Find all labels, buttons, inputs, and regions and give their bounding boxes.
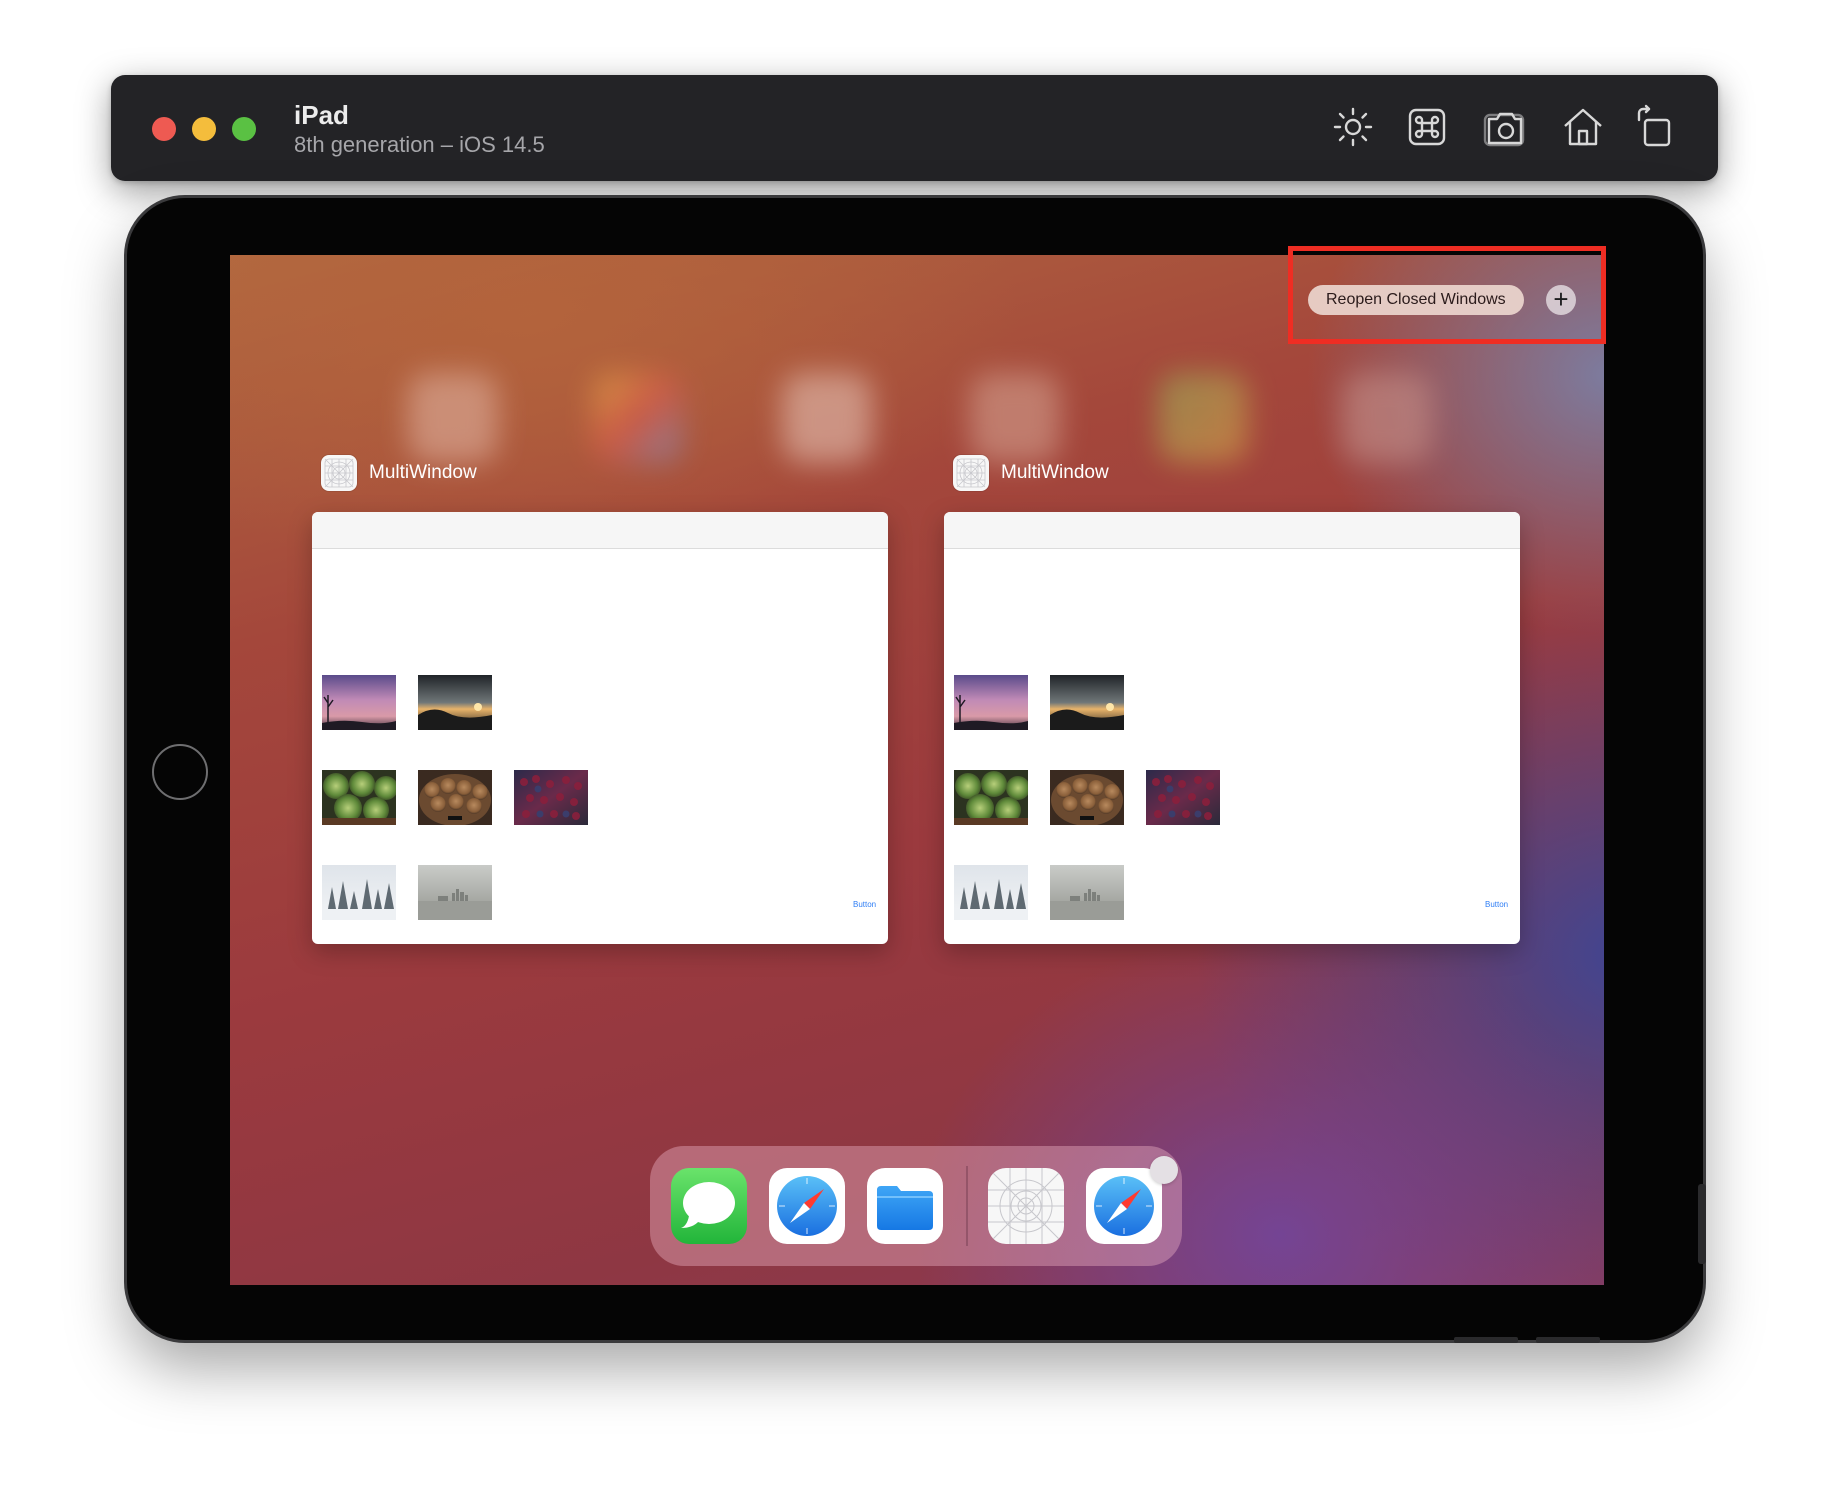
- zoom-window-button[interactable]: [232, 117, 256, 141]
- ipad-screen: Reopen Closed Windows + MultiWindow Butt…: [230, 255, 1604, 1285]
- dock-divider: [966, 1166, 968, 1246]
- photo-sunset-lake: [1050, 675, 1124, 730]
- multiwindow-app-icon: [321, 455, 357, 491]
- window-button[interactable]: Button: [853, 900, 876, 909]
- safari-icon[interactable]: [1086, 1168, 1162, 1244]
- photo-walnuts: [1050, 770, 1124, 825]
- photo-snowy-trees: [954, 865, 1028, 920]
- app-window-snapshot[interactable]: Button: [312, 512, 888, 944]
- photo-sunset-lake: [418, 675, 492, 730]
- dock: [650, 1146, 1182, 1266]
- photo-artichokes: [954, 770, 1028, 825]
- files-icon[interactable]: [867, 1168, 943, 1244]
- window-nav-bar: [944, 512, 1520, 549]
- window-button[interactable]: Button: [1485, 900, 1508, 909]
- brightness-icon[interactable]: [1329, 103, 1377, 151]
- rotate-icon[interactable]: [1631, 103, 1679, 151]
- safari-icon[interactable]: [769, 1168, 845, 1244]
- photo-artichokes: [322, 770, 396, 825]
- blurred-app-icon: [782, 373, 872, 463]
- simulator-titlebar: iPad 8th generation – iOS 14.5: [111, 75, 1718, 181]
- multiwindow-icon[interactable]: [988, 1168, 1064, 1244]
- command-icon[interactable]: [1403, 103, 1451, 151]
- blurred-app-icon: [1158, 373, 1248, 463]
- photo-berries: [1146, 770, 1220, 825]
- photo-foggy-skyline: [1050, 865, 1124, 920]
- device-name: iPad: [294, 100, 349, 130]
- photo-sunset-purple: [954, 675, 1028, 730]
- screenshot-icon[interactable]: [1481, 103, 1529, 151]
- window-header: MultiWindow: [953, 455, 1109, 491]
- minimize-window-button[interactable]: [192, 117, 216, 141]
- volume-button: [1698, 1184, 1706, 1264]
- photo-berries: [514, 770, 588, 825]
- blurred-app-icon: [1342, 373, 1432, 463]
- window-app-title: MultiWindow: [1001, 462, 1109, 483]
- side-button: [1454, 1337, 1518, 1343]
- annotation-highlight-box: [1288, 246, 1606, 344]
- photo-foggy-skyline: [418, 865, 492, 920]
- window-app-title: MultiWindow: [369, 462, 477, 483]
- blurred-app-icon: [970, 373, 1060, 463]
- app-badge: [1150, 1156, 1178, 1184]
- photo-snowy-trees: [322, 865, 396, 920]
- app-window-snapshot[interactable]: Button: [944, 512, 1520, 944]
- messages-icon[interactable]: [671, 1168, 747, 1244]
- photo-sunset-purple: [322, 675, 396, 730]
- window-nav-bar: [312, 512, 888, 549]
- blurred-app-icon: [592, 373, 682, 463]
- close-window-button[interactable]: [152, 117, 176, 141]
- blurred-app-icon: [408, 373, 498, 463]
- device-subtitle: 8th generation – iOS 14.5: [294, 132, 545, 157]
- side-button: [1536, 1337, 1600, 1343]
- home-icon[interactable]: [1559, 103, 1607, 151]
- multiwindow-app-icon: [953, 455, 989, 491]
- photo-walnuts: [418, 770, 492, 825]
- home-button[interactable]: [152, 744, 208, 800]
- window-header: MultiWindow: [321, 455, 477, 491]
